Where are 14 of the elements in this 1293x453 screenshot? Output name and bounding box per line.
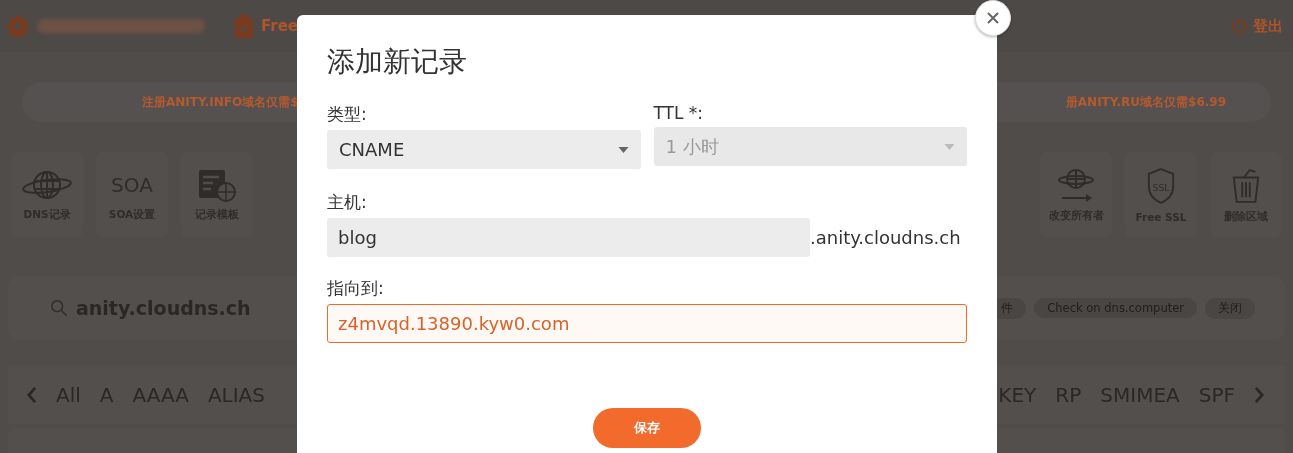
field-label: 类型: xyxy=(327,103,368,126)
dialog-title: 添加新记录 xyxy=(327,44,468,80)
field-label: TTL *: xyxy=(653,103,705,123)
host-input[interactable]: blog xyxy=(327,218,810,257)
promo-text[interactable]: 注册ANITY.INFO域名仅需$ xyxy=(142,93,299,111)
save-button[interactable]: 保存 xyxy=(593,408,701,448)
type-select[interactable]: CNAME xyxy=(327,130,641,169)
field-label: 指向到: xyxy=(327,277,385,300)
promo-text[interactable]: 册ANITY.RU域名仅需$6.99 xyxy=(1065,93,1226,111)
plan-label[interactable]: Free xyxy=(261,17,299,35)
field-label: 主机: xyxy=(327,191,368,214)
target-input[interactable]: z4mvqd.13890.kyw0.com xyxy=(327,304,967,343)
domain-suffix: .anity.cloudns.ch xyxy=(810,227,961,248)
logout-link[interactable]: 登出 xyxy=(1253,16,1283,36)
